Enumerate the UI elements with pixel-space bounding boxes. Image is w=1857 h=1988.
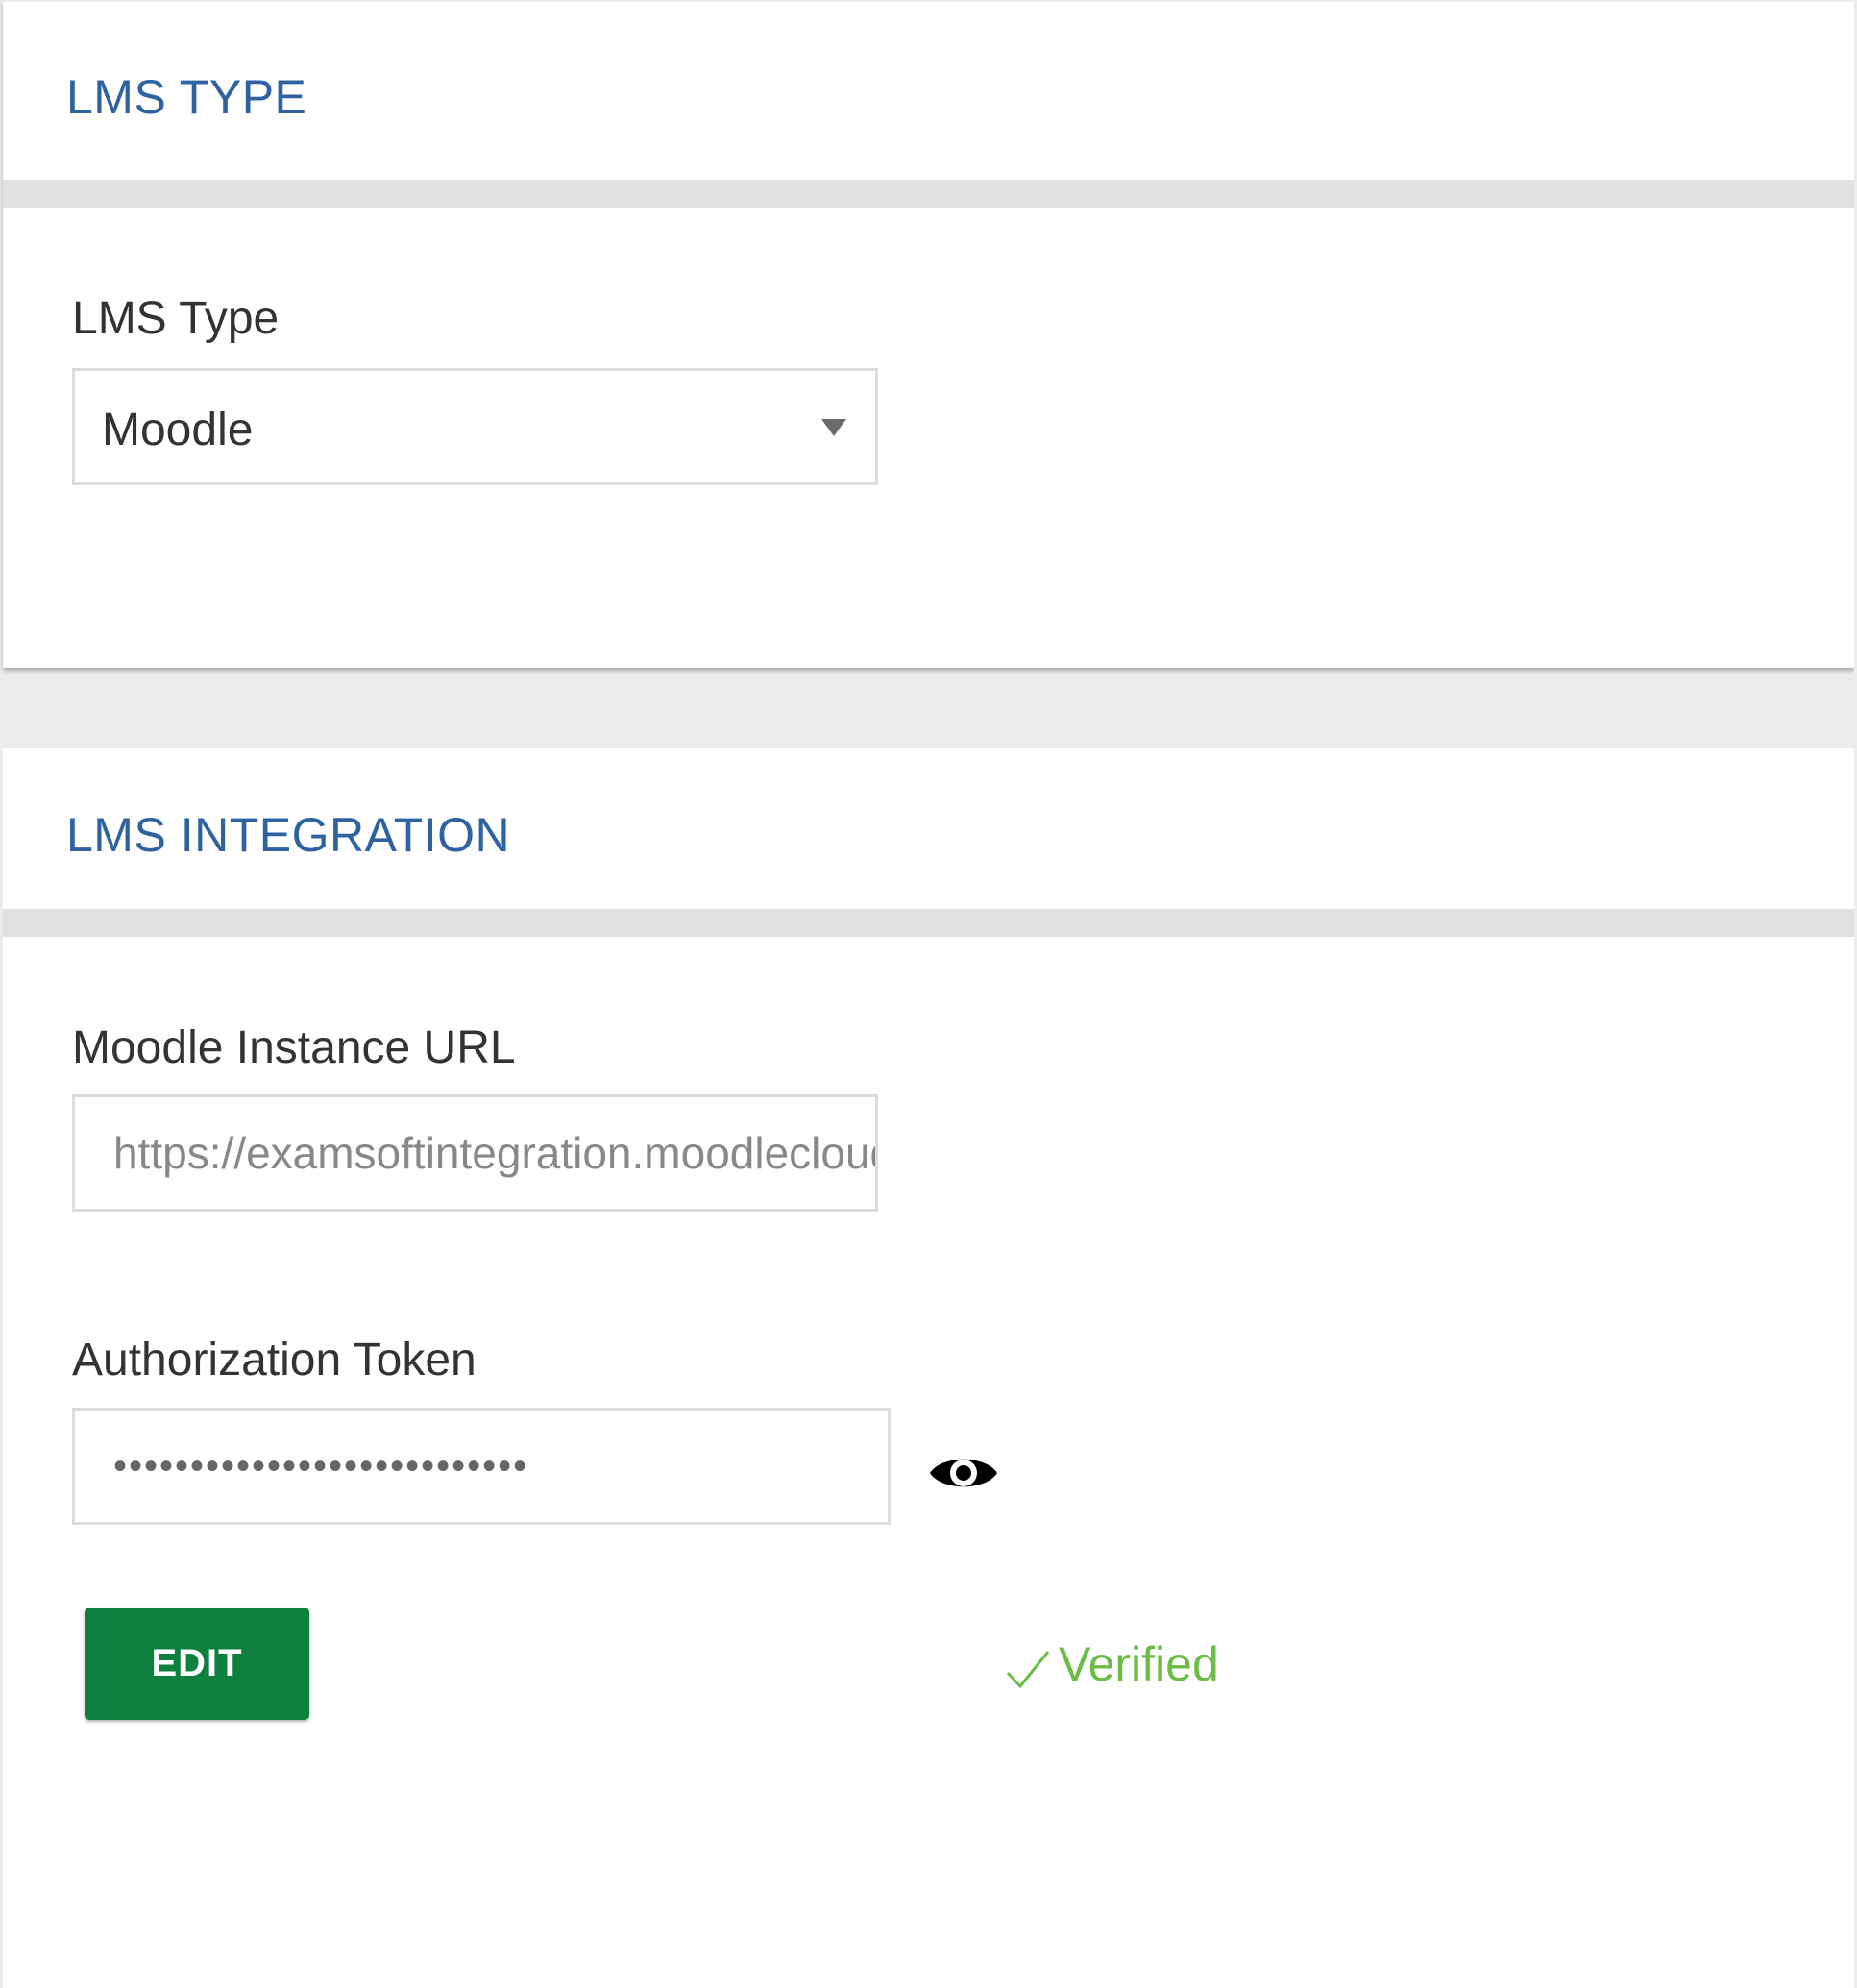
lms-type-select[interactable]: Moodle xyxy=(72,368,878,485)
lms-type-label: LMS Type xyxy=(72,293,280,344)
eye-icon[interactable] xyxy=(928,1449,999,1497)
authorization-token-label: Authorization Token xyxy=(72,1335,476,1386)
lms-integration-card-title: LMS INTEGRATION xyxy=(66,808,511,862)
edit-button[interactable]: EDIT xyxy=(85,1608,309,1720)
lms-type-card-title: LMS TYPE xyxy=(66,70,307,124)
authorization-token-input[interactable]: ••••••••••••••••••••••••••• xyxy=(72,1408,891,1525)
chevron-down-icon xyxy=(821,419,846,436)
lms-type-card-divider xyxy=(3,180,1854,208)
lms-type-card-header: LMS TYPE xyxy=(3,2,1854,180)
lms-type-selected-value: Moodle xyxy=(102,405,254,455)
checkmark-icon xyxy=(1006,1651,1050,1689)
verified-status: Verified xyxy=(1005,1636,1219,1692)
moodle-url-input[interactable]: https://examsoftintegration.moodlecloud.… xyxy=(72,1094,878,1212)
lms-integration-card-header: LMS INTEGRATION xyxy=(3,748,1854,925)
moodle-url-label: Moodle Instance URL xyxy=(72,1022,516,1073)
lms-integration-card: LMS INTEGRATION Moodle Instance URL http… xyxy=(3,748,1854,1988)
verified-status-text: Verified xyxy=(1059,1637,1219,1691)
lms-type-card: LMS TYPE LMS Type Moodle xyxy=(3,0,1854,668)
